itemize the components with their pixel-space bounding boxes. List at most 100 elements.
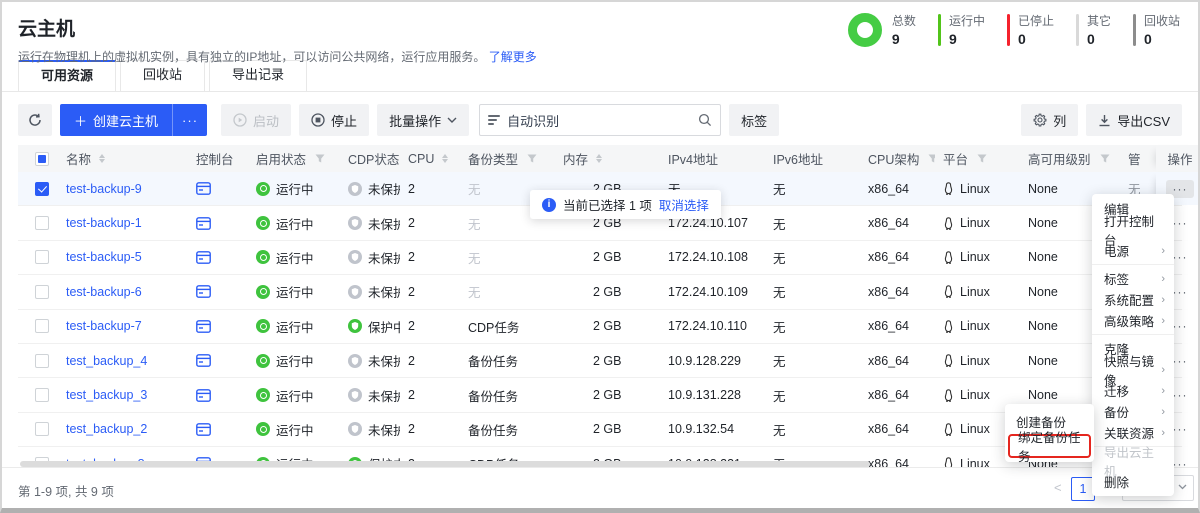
console-icon[interactable] [196, 423, 211, 436]
vm-name-link[interactable]: test_backup_4 [66, 354, 147, 368]
column-label: 名称 [66, 149, 91, 168]
column-label: 控制台 [196, 149, 234, 168]
columns-label: 列 [1053, 111, 1066, 130]
start-button[interactable]: 启动 [221, 104, 291, 136]
menu-item-label: 高级策略 [1104, 311, 1154, 330]
row-checkbox[interactable] [35, 388, 49, 402]
console-icon[interactable] [196, 320, 211, 333]
row-checkbox[interactable] [35, 216, 49, 230]
cell-arch: x86_64 [860, 182, 935, 196]
stop-button[interactable]: 停止 [299, 104, 369, 136]
header-cell-7: IPv4地址 [660, 149, 765, 168]
cell-arch: x86_64 [860, 319, 935, 333]
cell-ipv6: 无 [765, 248, 860, 267]
stat-total: 总数9 [848, 12, 916, 47]
deselect-link[interactable]: 取消选择 [659, 195, 709, 214]
refresh-button[interactable] [18, 104, 52, 136]
prev-page-chevron[interactable]: < [1054, 480, 1062, 495]
shield-unprotected-icon [348, 182, 362, 196]
console-icon[interactable] [196, 285, 211, 298]
vm-name-link[interactable]: test_backup_3 [66, 388, 147, 402]
header-cell-2: 启用状态 [248, 149, 340, 168]
menu-item-9[interactable]: 备份› [1092, 401, 1174, 422]
filter-icon[interactable] [1097, 154, 1110, 163]
vm-name-link[interactable]: test-backup-5 [66, 250, 142, 264]
vm-name-link[interactable]: test-backup-6 [66, 285, 142, 299]
console-icon[interactable] [196, 217, 211, 230]
chevron-right-icon: › [1161, 315, 1165, 327]
cell-text: x86_64 [868, 319, 909, 333]
cell-text: 备份任务 [468, 420, 518, 439]
sort-icon[interactable] [596, 154, 602, 163]
console-icon[interactable] [196, 354, 211, 367]
filter-icon[interactable] [312, 154, 325, 163]
platform-text: Linux [960, 216, 990, 230]
batch-actions-label: 批量操作 [389, 111, 441, 130]
console-icon[interactable] [196, 389, 211, 402]
columns-button[interactable]: 列 [1021, 104, 1078, 136]
filter-icon[interactable] [524, 154, 537, 163]
search-placeholder: 自动识别 [507, 111, 691, 130]
cell-name: test_backup_2 [58, 422, 188, 436]
cell-backup_type: 备份任务 [460, 420, 555, 439]
cell-platform: Linux [935, 388, 1020, 402]
selection-toast: i 当前已选择 1 项 取消选择 [530, 190, 721, 219]
menu-item-3[interactable]: 标签› [1092, 268, 1174, 289]
learn-more-link[interactable]: 了解更多 [489, 50, 537, 64]
stat-2: 其它0 [1076, 12, 1111, 47]
filter-icon[interactable] [925, 154, 935, 163]
submenu-item-1[interactable]: 绑定备份任务 [1008, 434, 1091, 458]
stat-label: 其它 [1087, 12, 1111, 29]
cell-text: x86_64 [868, 216, 909, 230]
cell-name: test-backup-6 [58, 285, 188, 299]
search-input[interactable]: 自动识别 [479, 104, 721, 136]
export-csv-button[interactable]: 导出CSV [1086, 104, 1182, 136]
enable-status-text: 运行中 [276, 248, 314, 267]
menu-item-label: 删除 [1104, 472, 1129, 491]
cdp-status-text: 保护中 [368, 317, 400, 336]
vm-name-link[interactable]: test_backup_2 [66, 422, 147, 436]
create-vm-more-button[interactable]: ··· [172, 104, 207, 136]
menu-item-10[interactable]: 关联资源› [1092, 422, 1174, 443]
sort-icon[interactable] [442, 154, 448, 163]
row-checkbox[interactable] [35, 250, 49, 264]
vm-name-link[interactable]: test-backup-9 [66, 182, 142, 196]
row-checkbox[interactable] [35, 422, 49, 436]
vm-name-link[interactable]: test-backup-7 [66, 319, 142, 333]
vm-name-link[interactable]: test-backup-1 [66, 216, 142, 230]
menu-item-label: 迁移 [1104, 381, 1129, 400]
batch-actions-button[interactable]: 批量操作 [377, 104, 469, 136]
header-cell-10: 平台 [935, 149, 1020, 168]
menu-item-7[interactable]: 快照与镜像› [1092, 359, 1174, 380]
row-checkbox[interactable] [35, 319, 49, 333]
create-vm-split-button: ＋ 创建云主机 ··· [60, 104, 207, 136]
horizontal-scrollbar[interactable] [20, 461, 870, 467]
sort-icon[interactable] [99, 154, 105, 163]
row-checkbox[interactable] [35, 354, 49, 368]
shield-protected-icon [348, 319, 362, 333]
select-all-checkbox[interactable] [35, 152, 49, 166]
console-icon[interactable] [196, 251, 211, 264]
stat-0: 运行中9 [938, 12, 985, 47]
cell-console [188, 182, 248, 195]
cell-console [188, 423, 248, 436]
row-checkbox[interactable] [35, 285, 49, 299]
console-icon[interactable] [196, 182, 211, 195]
cell-ipv6: 无 [765, 351, 860, 370]
start-label: 启动 [253, 111, 279, 130]
tag-button[interactable]: 标签 [729, 104, 779, 136]
download-icon [1098, 114, 1111, 127]
menu-item-1[interactable]: 打开控制台 [1092, 219, 1174, 240]
enable-status-text: 运行中 [276, 179, 314, 198]
filter-icon[interactable] [974, 154, 987, 163]
menu-item-4[interactable]: 系统配置› [1092, 289, 1174, 310]
stat-label: 已停止 [1018, 12, 1054, 29]
row-checkbox-cell [18, 285, 58, 299]
row-checkbox[interactable] [35, 182, 49, 196]
cell-name: test-backup-1 [58, 216, 188, 230]
menu-item-5[interactable]: 高级策略 › [1092, 310, 1174, 331]
info-icon: i [542, 198, 556, 212]
cell-cdp: 未保护 [340, 179, 400, 198]
cell-console [188, 320, 248, 333]
create-vm-button[interactable]: ＋ 创建云主机 [60, 104, 172, 136]
